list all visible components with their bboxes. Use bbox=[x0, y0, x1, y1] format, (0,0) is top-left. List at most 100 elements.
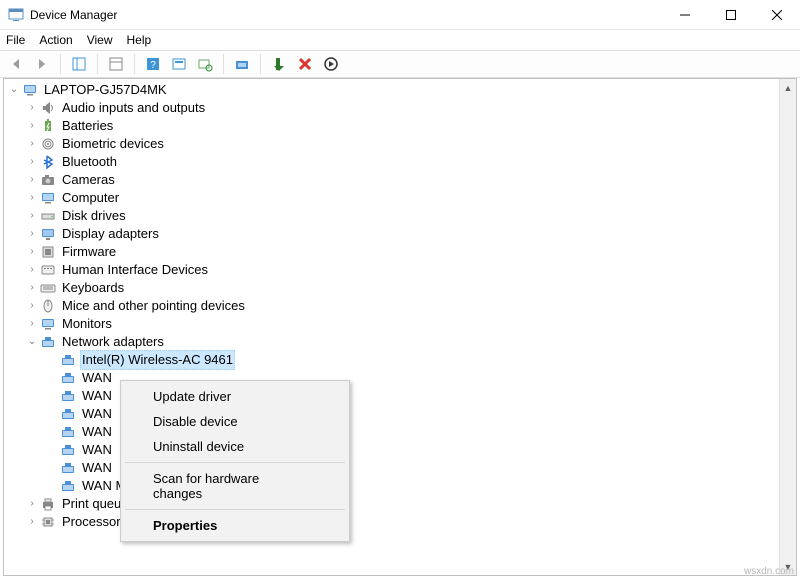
ctx-uninstall-device[interactable]: Uninstall device bbox=[123, 434, 347, 459]
forward-button[interactable] bbox=[30, 52, 54, 76]
camera-icon bbox=[40, 172, 56, 188]
disk-icon bbox=[40, 208, 56, 224]
menubar: File Action View Help bbox=[0, 30, 800, 50]
tree-category-label: Firmware bbox=[60, 243, 118, 261]
tree-category[interactable]: ›Human Interface Devices bbox=[6, 261, 796, 279]
tree-category-label: Biometric devices bbox=[60, 135, 166, 153]
firmware-icon bbox=[40, 244, 56, 260]
network-icon bbox=[60, 460, 76, 476]
tree-category[interactable]: › Cameras bbox=[6, 171, 796, 189]
tree-category-label: Bluetooth bbox=[60, 153, 119, 171]
close-button[interactable] bbox=[754, 0, 800, 30]
expand-icon[interactable]: › bbox=[24, 316, 40, 332]
menu-view[interactable]: View bbox=[87, 33, 113, 47]
tree-device-label: WAN bbox=[80, 423, 114, 441]
tree-category[interactable]: › Bluetooth bbox=[6, 153, 796, 171]
tree-category[interactable]: ›Computer bbox=[6, 189, 796, 207]
mouse-icon bbox=[40, 298, 56, 314]
tree-category[interactable]: ›Keyboards bbox=[6, 279, 796, 297]
tree-category[interactable]: ›Monitors bbox=[6, 315, 796, 333]
ctx-scan-hardware[interactable]: Scan for hardware changes bbox=[123, 466, 347, 506]
tree-category[interactable]: › Firmware bbox=[6, 243, 796, 261]
tree-category[interactable]: ⌄ Network adapters bbox=[6, 333, 796, 351]
tree-category[interactable]: ›Disk drives bbox=[6, 207, 796, 225]
scroll-up-button[interactable]: ▲ bbox=[780, 79, 796, 96]
ctx-properties[interactable]: Properties bbox=[123, 513, 347, 538]
tree-category[interactable]: ›Display adapters bbox=[6, 225, 796, 243]
tree-device-label: WAN bbox=[80, 405, 114, 423]
tree-category-label: Network adapters bbox=[60, 333, 166, 351]
menu-file[interactable]: File bbox=[6, 33, 25, 47]
audio-icon bbox=[40, 100, 56, 116]
minimize-button[interactable] bbox=[662, 0, 708, 30]
computer-icon bbox=[22, 82, 38, 98]
tree-device-label: WAN bbox=[80, 441, 114, 459]
network-icon bbox=[40, 334, 56, 350]
enable-button[interactable] bbox=[267, 52, 291, 76]
expand-icon[interactable]: › bbox=[24, 136, 40, 152]
ctx-separator bbox=[125, 462, 345, 463]
scan-button[interactable] bbox=[193, 52, 217, 76]
tree-device-label: WAN bbox=[80, 387, 114, 405]
window-buttons bbox=[662, 0, 800, 30]
keyboard-icon bbox=[40, 280, 56, 296]
toolbar-separator bbox=[60, 54, 61, 74]
tree-category-label: Cameras bbox=[60, 171, 117, 189]
expand-icon[interactable]: › bbox=[24, 190, 40, 206]
disable-button[interactable] bbox=[319, 52, 343, 76]
action-button[interactable] bbox=[167, 52, 191, 76]
display-icon bbox=[40, 226, 56, 242]
tree-category[interactable]: › Mice and other pointing devices bbox=[6, 297, 796, 315]
menu-help[interactable]: Help bbox=[127, 33, 152, 47]
battery-icon bbox=[40, 118, 56, 134]
expand-icon[interactable]: › bbox=[24, 100, 40, 116]
expand-icon[interactable]: › bbox=[24, 118, 40, 134]
expand-icon[interactable]: › bbox=[24, 208, 40, 224]
expand-icon[interactable]: › bbox=[24, 514, 40, 530]
network-icon bbox=[60, 388, 76, 404]
expand-icon[interactable]: ⌄ bbox=[24, 334, 40, 350]
tree-device-label: WAN bbox=[80, 459, 114, 477]
tree-device-label: Intel(R) Wireless-AC 9461 bbox=[80, 350, 235, 370]
svg-text:?: ? bbox=[150, 60, 156, 71]
show-hide-tree-button[interactable] bbox=[67, 52, 91, 76]
toolbar-separator bbox=[223, 54, 224, 74]
ctx-disable-device[interactable]: Disable device bbox=[123, 409, 347, 434]
window-title: Device Manager bbox=[30, 8, 662, 22]
menu-action[interactable]: Action bbox=[39, 33, 72, 47]
toolbar-separator bbox=[97, 54, 98, 74]
collapse-icon[interactable]: ⌄ bbox=[6, 82, 22, 98]
back-button[interactable] bbox=[4, 52, 28, 76]
uninstall-button[interactable] bbox=[293, 52, 317, 76]
network-icon bbox=[60, 370, 76, 386]
context-menu: Update driver Disable device Uninstall d… bbox=[120, 380, 350, 542]
printer-icon bbox=[40, 496, 56, 512]
network-icon bbox=[60, 442, 76, 458]
vertical-scrollbar[interactable]: ▲ ▼ bbox=[779, 79, 796, 575]
maximize-button[interactable] bbox=[708, 0, 754, 30]
update-driver-button[interactable] bbox=[230, 52, 254, 76]
tree-category[interactable]: ›Audio inputs and outputs bbox=[6, 99, 796, 117]
expand-icon[interactable]: › bbox=[24, 298, 40, 314]
hid-icon bbox=[40, 262, 56, 278]
tree-category-label: Mice and other pointing devices bbox=[60, 297, 247, 315]
network-icon bbox=[60, 352, 76, 368]
expand-icon[interactable]: › bbox=[24, 226, 40, 242]
tree-device-label: WAN bbox=[80, 369, 114, 387]
expand-icon[interactable]: › bbox=[24, 172, 40, 188]
tree-root[interactable]: ⌄LAPTOP-GJ57D4MK bbox=[6, 81, 796, 99]
expand-icon[interactable]: › bbox=[24, 496, 40, 512]
titlebar: Device Manager bbox=[0, 0, 800, 30]
expand-icon[interactable]: › bbox=[24, 280, 40, 296]
tree-category[interactable]: ›Batteries bbox=[6, 117, 796, 135]
tree-category[interactable]: › Biometric devices bbox=[6, 135, 796, 153]
expand-icon[interactable]: › bbox=[24, 244, 40, 260]
tree-device[interactable]: Intel(R) Wireless-AC 9461 bbox=[6, 351, 796, 369]
expand-icon[interactable]: › bbox=[24, 262, 40, 278]
expand-icon[interactable]: › bbox=[24, 154, 40, 170]
ctx-update-driver[interactable]: Update driver bbox=[123, 384, 347, 409]
help-button[interactable]: ? bbox=[141, 52, 165, 76]
app-icon bbox=[8, 7, 24, 23]
properties-button[interactable] bbox=[104, 52, 128, 76]
network-icon bbox=[60, 478, 76, 494]
